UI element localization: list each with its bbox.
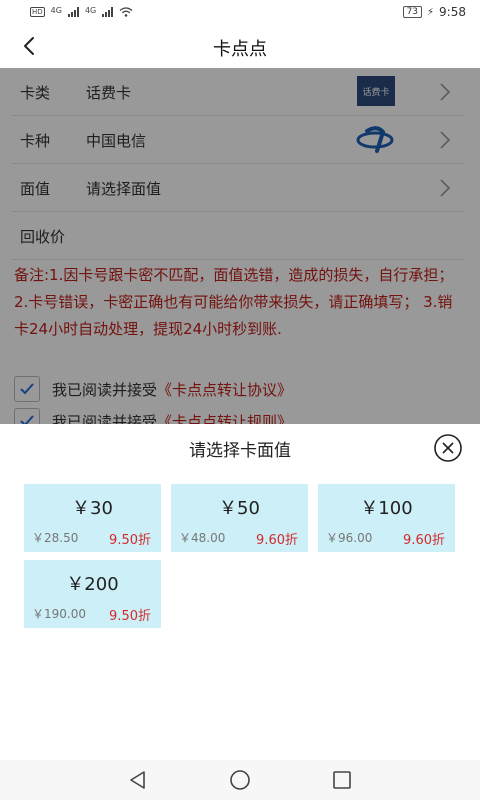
system-nav-bar bbox=[0, 760, 480, 800]
option-discount: 9.50折 bbox=[109, 533, 151, 548]
option-price: ￥190.00 bbox=[32, 607, 86, 621]
option-face-value: ￥30 bbox=[72, 498, 113, 519]
network-type-2: 4G bbox=[84, 6, 97, 15]
network-type-1: 4G bbox=[50, 6, 62, 15]
face-value-option[interactable]: ￥30 ￥28.50 9.50折 bbox=[24, 484, 161, 552]
status-left: HD 4G 4G bbox=[30, 7, 133, 17]
clock: 9:58 bbox=[439, 5, 466, 19]
face-value-option[interactable]: ￥100 ￥96.00 9.60折 bbox=[318, 484, 455, 552]
wifi-icon bbox=[119, 7, 133, 17]
battery-indicator: 73 bbox=[402, 6, 423, 18]
face-value-picker-sheet: 请选择卡面值 ￥30 ￥28.50 9.50折 ￥50 ￥48.00 9.60折… bbox=[0, 424, 480, 760]
close-icon[interactable] bbox=[432, 432, 464, 464]
nav-home-icon[interactable] bbox=[228, 768, 252, 792]
modal-backdrop[interactable] bbox=[0, 68, 480, 424]
status-bar: HD 4G 4G 73 ⚡ 9:58 bbox=[0, 0, 480, 24]
option-discount: 9.60折 bbox=[256, 533, 298, 548]
page-title: 卡点点 bbox=[213, 39, 267, 60]
face-value-option[interactable]: ￥50 ￥48.00 9.60折 bbox=[171, 484, 308, 552]
option-price: ￥48.00 bbox=[179, 531, 226, 545]
option-discount: 9.60折 bbox=[403, 533, 445, 548]
nav-recent-icon[interactable] bbox=[330, 768, 354, 792]
option-face-value: ￥200 bbox=[66, 574, 119, 595]
option-price: ￥96.00 bbox=[326, 531, 373, 545]
status-right: 73 ⚡ 9:58 bbox=[402, 5, 466, 19]
signal-icon-2 bbox=[102, 7, 114, 17]
sheet-title: 请选择卡面值 bbox=[189, 441, 291, 461]
nav-back-icon[interactable] bbox=[126, 768, 150, 792]
option-price: ￥28.50 bbox=[32, 531, 79, 545]
option-face-value: ￥50 bbox=[219, 498, 260, 519]
charging-icon: ⚡ bbox=[427, 6, 435, 18]
option-discount: 9.50折 bbox=[109, 609, 151, 624]
option-face-value: ￥100 bbox=[360, 498, 413, 519]
hd-badge: HD bbox=[30, 7, 45, 17]
app-header: 卡点点 bbox=[0, 24, 480, 68]
signal-icon bbox=[67, 7, 79, 17]
face-value-option[interactable]: ￥200 ￥190.00 9.50折 bbox=[24, 560, 161, 628]
